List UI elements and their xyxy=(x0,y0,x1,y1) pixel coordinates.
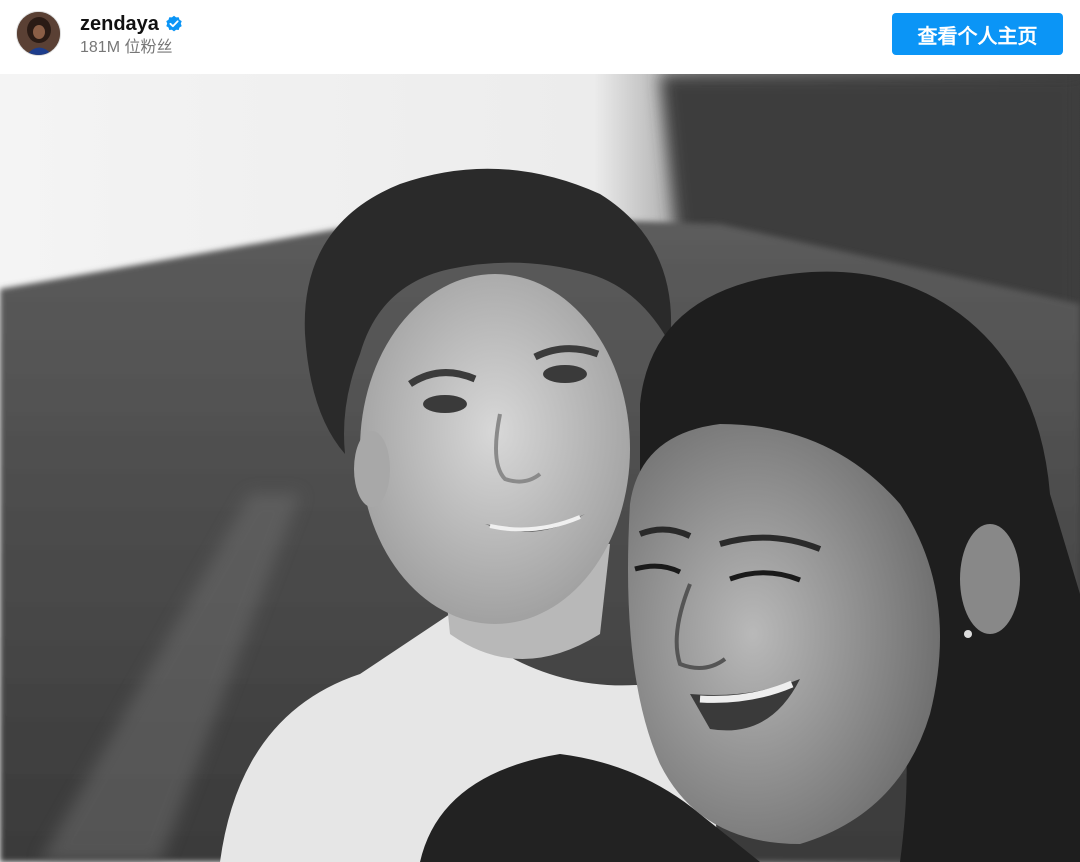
view-profile-button[interactable]: 查看个人主页 xyxy=(892,13,1063,55)
avatar[interactable] xyxy=(16,11,61,56)
verified-badge-icon xyxy=(165,15,183,33)
username-row: zendaya xyxy=(80,12,183,36)
post-header: zendaya 181M 位粉丝 查看个人主页 xyxy=(0,0,1080,74)
photo-image xyxy=(0,74,1080,862)
instagram-post-embed: zendaya 181M 位粉丝 查看个人主页 xyxy=(0,0,1080,862)
post-photo xyxy=(0,74,1080,862)
follower-count: 181M 位粉丝 xyxy=(80,39,173,56)
username[interactable]: zendaya xyxy=(80,12,159,36)
avatar-image xyxy=(17,12,60,55)
